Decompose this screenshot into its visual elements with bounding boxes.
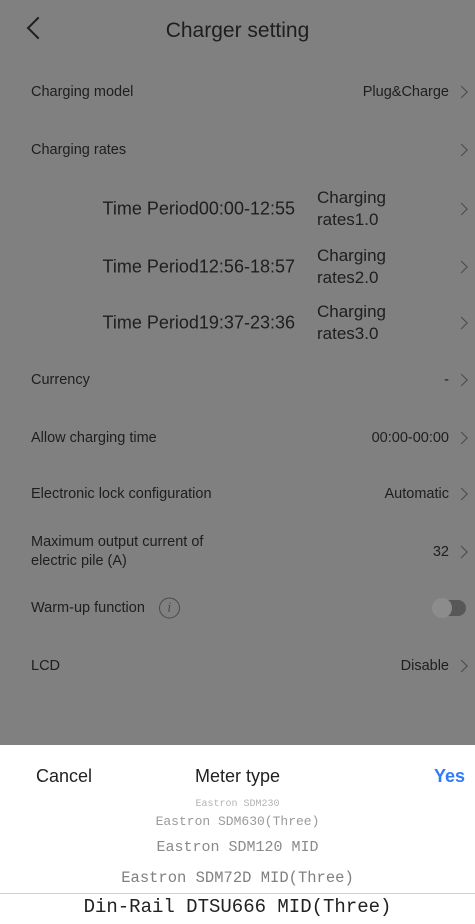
setting-value: Plug&Charge [362, 84, 449, 100]
chevron-right-icon [455, 659, 468, 673]
setting-max-output-current[interactable]: Maximum output current of electric pile (… [0, 524, 475, 580]
picker-title: Meter type [194, 766, 281, 786]
setting-label: Charging rates [31, 142, 127, 158]
picker-option[interactable]: Eastron SDM72D MID(Three) [0, 869, 475, 887]
chevron-right-icon [455, 316, 468, 330]
time-period-row-2[interactable]: Time Period12:56-18:57 Charging rates2.0 [0, 238, 475, 296]
setting-value: 00:00-00:00 [371, 430, 449, 446]
chevron-right-icon [455, 431, 468, 445]
setting-label: Maximum output current of electric pile (… [31, 534, 204, 569]
nav-bar: Charger setting [0, 0, 475, 62]
setting-warm-up: Warm-up function i [0, 580, 475, 636]
setting-value: Automatic [384, 486, 449, 502]
picker-option-selected[interactable]: Din-Rail DTSU666 MID(Three) [0, 896, 475, 918]
setting-label: LCD [31, 658, 61, 674]
chevron-right-icon [455, 487, 468, 501]
setting-value: Disable [400, 658, 449, 674]
setting-lcd[interactable]: LCD Disable [0, 638, 475, 694]
setting-label: Charging model [31, 84, 134, 100]
setting-value: - [444, 372, 449, 388]
setting-value: 32 [432, 544, 449, 560]
time-period-label: Time Period12:56-18:57 [102, 256, 295, 277]
time-period-row-3[interactable]: Time Period19:37-23:36 Charging rates3.0 [0, 294, 475, 352]
charging-rate-value: Charging rates3.0 [317, 302, 386, 343]
charging-rate-value: Charging rates2.0 [317, 246, 386, 287]
time-period-label: Time Period00:00-12:55 [102, 198, 295, 219]
meter-type-picker: Cancel Meter type Yes Eastron SDM230 Eas… [0, 745, 475, 924]
setting-charging-rates[interactable]: Charging rates [0, 122, 475, 178]
info-icon[interactable]: i [158, 597, 180, 619]
picker-option[interactable]: Eastron SDM120 MID [0, 839, 475, 856]
page-title: Charger setting [165, 19, 310, 42]
chevron-right-icon [455, 143, 468, 157]
chevron-right-icon [455, 545, 468, 559]
setting-currency[interactable]: Currency - [0, 352, 475, 408]
setting-charging-model[interactable]: Charging model Plug&Charge [0, 64, 475, 120]
selection-divider [0, 893, 475, 894]
chevron-right-icon [455, 373, 468, 387]
picker-option[interactable]: Eastron SDM230 [0, 799, 475, 810]
chevron-right-icon [455, 202, 468, 216]
charger-setting-page: Charger setting Charging model Plug&Char… [0, 0, 475, 745]
setting-label: Currency [31, 372, 90, 388]
warm-up-toggle[interactable] [432, 598, 466, 618]
setting-allow-charging-time[interactable]: Allow charging time 00:00-00:00 [0, 410, 475, 466]
picker-option[interactable]: Eastron SDM630(Three) [0, 814, 475, 829]
time-period-label: Time Period19:37-23:36 [102, 312, 295, 333]
setting-label: Electronic lock configuration [31, 486, 212, 502]
setting-label: Warm-up function i [31, 597, 180, 619]
chevron-right-icon [455, 260, 468, 274]
toggle-knob [432, 598, 452, 618]
time-period-row-1[interactable]: Time Period00:00-12:55 Charging rates1.0 [0, 180, 475, 238]
setting-label: Allow charging time [31, 430, 157, 446]
setting-electronic-lock[interactable]: Electronic lock configuration Automatic [0, 466, 475, 522]
charging-rate-value: Charging rates1.0 [317, 188, 386, 229]
yes-button[interactable]: Yes [434, 766, 465, 787]
chevron-right-icon [455, 85, 468, 99]
